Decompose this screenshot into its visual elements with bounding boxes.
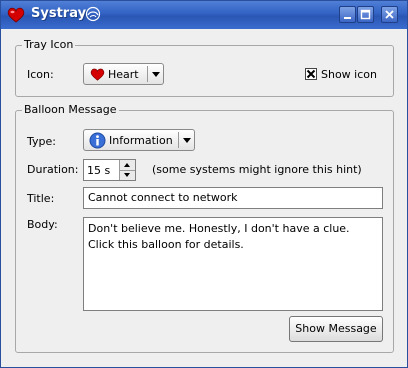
- type-combobox[interactable]: Information: [83, 129, 195, 151]
- duration-spinbox[interactable]: 15 s: [83, 159, 136, 181]
- icon-label: Icon:: [27, 68, 54, 81]
- arrow-up-icon: [124, 163, 130, 167]
- body-line: Click this balloon for details.: [88, 238, 244, 251]
- maximize-icon: [360, 9, 371, 20]
- body-label: Body:: [27, 218, 58, 231]
- balloon-message-group-title: Balloon Message: [22, 103, 119, 116]
- duration-label: Duration:: [27, 163, 79, 176]
- maximize-button[interactable]: [357, 6, 374, 23]
- show-icon-checkbox[interactable]: [305, 68, 317, 80]
- show-icon-label[interactable]: Show icon: [321, 68, 377, 81]
- duration-decrement-button[interactable]: [120, 170, 135, 180]
- body-textarea[interactable]: Don't believe me. Honestly, I don't have…: [83, 217, 383, 311]
- check-mark-icon: [306, 69, 316, 79]
- heart-icon: [7, 7, 25, 23]
- window-title: Systray: [31, 6, 87, 21]
- title-field[interactable]: Cannot connect to network: [83, 187, 383, 209]
- icon-combobox-value: Heart: [108, 68, 139, 81]
- duration-hint: (some systems might ignore this hint): [152, 163, 362, 176]
- duration-value: 15 s: [87, 164, 111, 177]
- close-icon: [385, 10, 394, 19]
- show-message-button[interactable]: Show Message: [289, 316, 383, 342]
- minimize-button[interactable]: [339, 6, 356, 23]
- information-icon: [89, 132, 106, 149]
- type-label: Type:: [27, 135, 56, 148]
- arrow-down-icon: [124, 173, 130, 177]
- chevron-down-icon: [183, 138, 191, 143]
- systray-window: Systray Tray Icon Icon: Heart Show icon: [0, 0, 408, 368]
- title-label: Title:: [27, 192, 55, 205]
- minimize-icon: [344, 17, 351, 19]
- title-bar[interactable]: Systray: [1, 1, 407, 29]
- chevron-down-icon: [152, 72, 160, 77]
- swirl-logo-icon: [85, 6, 101, 22]
- heart-icon: [90, 68, 105, 81]
- type-combobox-value: Information: [109, 134, 173, 147]
- tray-icon-group-title: Tray Icon: [22, 38, 76, 51]
- close-button[interactable]: [381, 6, 398, 23]
- body-line: Don't believe me. Honestly, I don't have…: [88, 222, 350, 235]
- icon-combobox[interactable]: Heart: [83, 63, 164, 85]
